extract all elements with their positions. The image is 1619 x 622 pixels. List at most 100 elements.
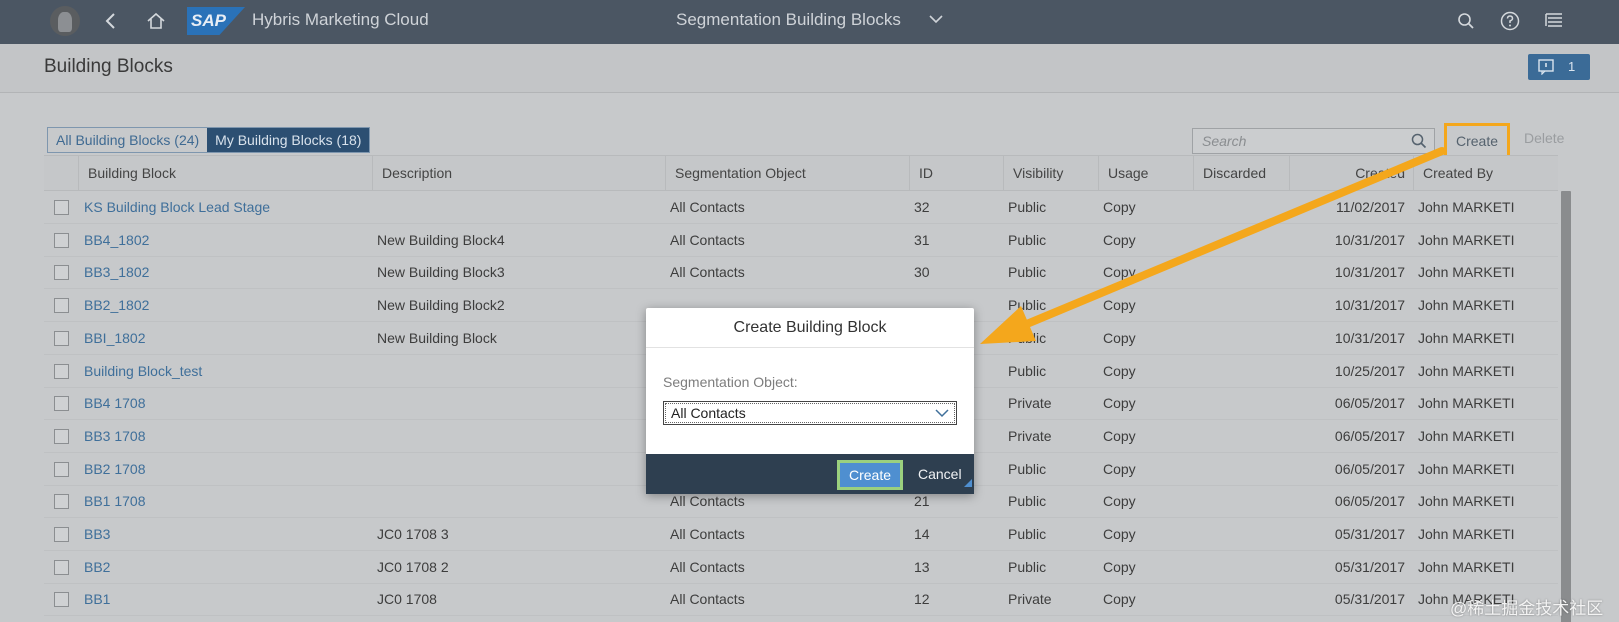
cell-description: New Building Block (377, 329, 497, 346)
cell-created: 06/05/2017 (1334, 395, 1405, 412)
cell-name[interactable]: BB3 (84, 518, 372, 551)
column-header[interactable]: Description (372, 156, 665, 191)
messages-button[interactable]: 1 (1528, 54, 1590, 80)
cell-created: 10/31/2017 (1334, 297, 1405, 314)
column-header[interactable]: ID (909, 156, 1003, 191)
cell-name[interactable]: Building Block_test (84, 355, 372, 388)
dialog-title: Create Building Block (646, 308, 974, 348)
column-header[interactable]: Created By (1413, 156, 1558, 191)
cell-description (377, 453, 665, 486)
cell-id: 13 (914, 558, 930, 575)
row-checkbox[interactable] (54, 298, 69, 314)
cell-id: 32 (914, 199, 930, 215)
cell-name[interactable]: BB1 1708 (84, 485, 372, 518)
cell-created-by: John MARKETI (1418, 558, 1515, 575)
column-header[interactable]: Usage (1098, 156, 1193, 191)
cell-visibility: Private (1008, 427, 1052, 444)
table-row[interactable]: BB3_1802 New Building Block3 All Contacts 3… (44, 256, 1558, 290)
cell-description: New Building Block3 (377, 264, 505, 281)
notifications-icon[interactable] (1541, 8, 1567, 34)
back-icon[interactable] (98, 8, 124, 34)
delete-button[interactable]: Delete (1524, 130, 1564, 146)
segmentation-object-label: Segmentation Object: (663, 374, 798, 390)
cell-name[interactable]: BB2 1708 (84, 453, 372, 486)
cell-created-by: John MARKETI (1418, 231, 1515, 248)
row-checkbox[interactable] (54, 527, 69, 542)
table-row[interactable]: BB1 JC0 1708 All Contacts 12 Private Copy 05/3… (44, 583, 1558, 617)
column-header[interactable]: Visibility (1003, 156, 1098, 191)
row-checkbox[interactable] (54, 265, 69, 281)
cell-created: 10/31/2017 (1334, 231, 1405, 248)
row-checkbox[interactable] (54, 559, 69, 575)
column-header[interactable]: Discarded (1193, 156, 1289, 191)
row-checkbox[interactable] (54, 494, 69, 510)
row-checkbox[interactable] (54, 330, 69, 346)
cell-usage: Copy (1103, 591, 1136, 608)
row-checkbox[interactable] (54, 363, 69, 379)
cell-discarded (1198, 289, 1289, 322)
row-checkbox[interactable] (54, 461, 69, 477)
cell-discarded (1198, 453, 1289, 486)
chevron-down-icon[interactable] (928, 11, 944, 32)
search-icon[interactable] (1410, 132, 1428, 155)
cell-visibility: Public (1008, 460, 1047, 477)
column-header[interactable]: Created (1289, 156, 1413, 191)
table-row[interactable]: BB4_1802 New Building Block4 All Contacts 3… (44, 224, 1558, 257)
cell-usage: Copy (1103, 493, 1136, 510)
cell-object: All Contacts (670, 591, 745, 608)
shell-bar: SAP Hybris Marketing Cloud Segmentation … (0, 0, 1619, 44)
cell-name[interactable]: BB2_1802 (84, 289, 372, 322)
cell-usage: Copy (1103, 264, 1136, 281)
cell-usage: Copy (1103, 231, 1136, 248)
cell-usage: Copy (1103, 427, 1136, 444)
table-row[interactable]: BB3 JC0 1708 3 All Contacts 14 Public Copy 05/… (44, 518, 1558, 551)
cell-name[interactable]: BB2 (84, 551, 372, 584)
cell-name[interactable]: BBI_1802 (84, 322, 372, 355)
cell-name[interactable]: BB3 1708 (84, 420, 372, 453)
table-row[interactable]: BB2 JC0 1708 2 All Contacts 13 Public Copy 05/… (44, 551, 1558, 584)
search-icon[interactable] (1453, 8, 1479, 34)
row-checkbox[interactable] (54, 396, 69, 412)
dialog-footer: Create Cancel (646, 454, 974, 494)
search-placeholder: Search (1202, 133, 1247, 149)
cell-created-by: John MARKETI (1418, 427, 1515, 444)
select-all-column[interactable] (44, 156, 78, 191)
home-icon[interactable] (143, 8, 169, 34)
dialog-create-button[interactable]: Create (837, 460, 903, 490)
segmentation-object-select[interactable]: All Contacts (663, 401, 957, 425)
cell-usage: Copy (1103, 395, 1136, 412)
tab-my-building-blocks[interactable]: My Building Blocks (18) (207, 128, 370, 152)
cell-discarded (1198, 485, 1289, 518)
messages-count: 1 (1568, 59, 1576, 74)
resize-handle-icon[interactable] (964, 474, 972, 492)
row-checkbox[interactable] (54, 200, 69, 215)
table-row[interactable]: KS Building Block Lead Stage All Contacts… (44, 191, 1558, 224)
column-header[interactable]: Building Block (78, 156, 372, 191)
row-checkbox[interactable] (54, 428, 69, 444)
user-avatar[interactable] (50, 6, 80, 36)
cell-name[interactable]: KS Building Block Lead Stage (84, 191, 372, 224)
search-input[interactable]: Search (1192, 128, 1435, 154)
create-building-block-dialog: Create Building Block Segmentation Objec… (646, 308, 974, 494)
tab-all-building-blocks[interactable]: All Building Blocks (24) (48, 128, 208, 152)
app-title[interactable]: Segmentation Building Blocks (676, 10, 901, 30)
table-header: Building Block Description Segmentation … (44, 155, 1558, 191)
cell-visibility: Private (1008, 395, 1052, 412)
cell-name[interactable]: BB4_1802 (84, 224, 372, 257)
cell-discarded (1198, 387, 1289, 420)
cell-name[interactable]: BB4 1708 (84, 387, 372, 420)
cell-description: New Building Block2 (377, 297, 505, 314)
chevron-down-icon[interactable] (934, 405, 950, 426)
cell-name[interactable]: BB1 (84, 583, 372, 616)
create-button[interactable]: Create (1444, 123, 1510, 159)
dialog-cancel-button[interactable]: Cancel (918, 466, 962, 482)
scrollbar-thumb[interactable] (1561, 191, 1571, 622)
row-checkbox[interactable] (54, 232, 69, 248)
cell-description (377, 420, 665, 453)
cell-name[interactable]: BB3_1802 (84, 256, 372, 289)
row-checkbox[interactable] (54, 592, 69, 608)
cell-created-by: John MARKETI (1418, 526, 1515, 542)
cell-visibility: Public (1008, 264, 1047, 281)
help-icon[interactable] (1497, 8, 1523, 34)
column-header[interactable]: Segmentation Object (665, 156, 909, 191)
